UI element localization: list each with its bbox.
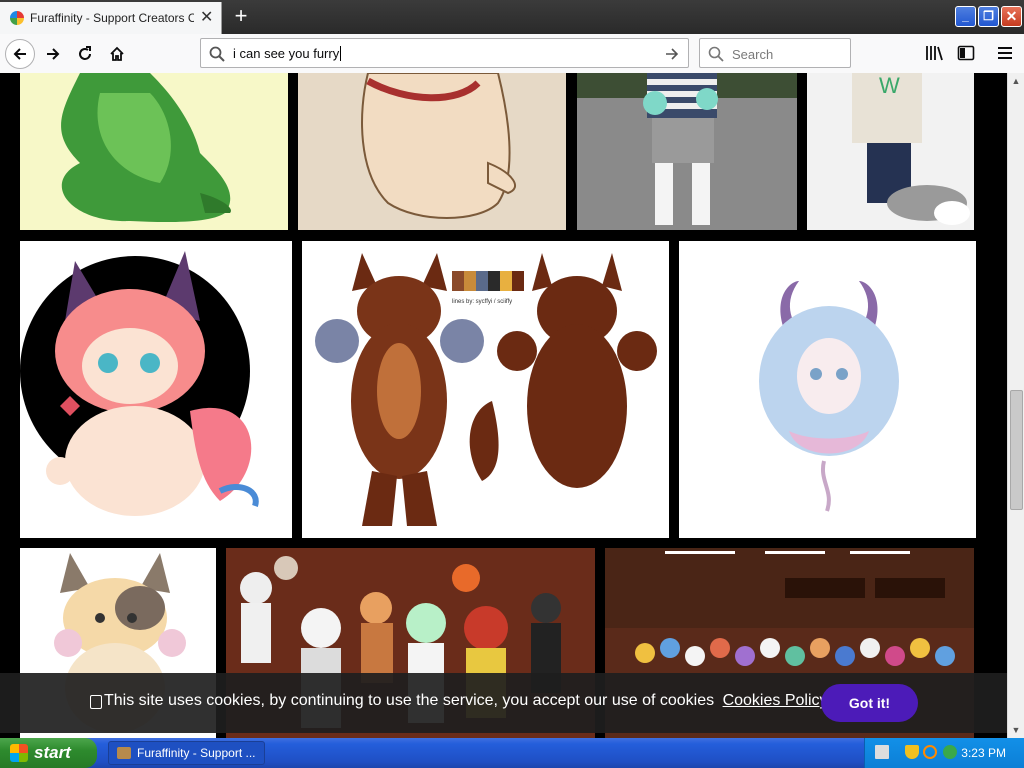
search-placeholder: Search [732, 47, 774, 62]
gallery-thumbnail-tan-creature[interactable] [298, 73, 566, 230]
address-bar[interactable]: i can see you furry [200, 38, 689, 68]
minimize-icon[interactable]: _ [955, 6, 976, 27]
forward-arrow-icon [47, 48, 60, 60]
back-button[interactable] [5, 39, 35, 69]
green-creature-art [61, 73, 231, 223]
start-label: start [34, 743, 71, 762]
sidebar-toggle-icon[interactable] [957, 44, 975, 62]
windows-logo-icon [10, 744, 28, 762]
gallery-thumbnail-wolf-ref-sheet[interactable]: Furaffinity.com/fursuits lines by: sycff… [302, 241, 669, 538]
cookie-message: This site uses cookies, by continuing to… [104, 692, 715, 709]
restore-icon[interactable]: ❐ [978, 6, 999, 27]
gallery-thumbnail-person-tail[interactable]: W [807, 73, 974, 230]
close-window-icon[interactable]: ✕ [1001, 6, 1022, 27]
home-icon [110, 46, 124, 61]
scrollbar-thumb[interactable] [1010, 390, 1023, 510]
cookie-icon [90, 695, 102, 709]
cookies-policy-link[interactable]: Cookies Policy [723, 692, 828, 709]
search-box[interactable]: Search [699, 38, 851, 68]
scroll-up-icon[interactable]: ▲ [1008, 73, 1024, 89]
menu-icon[interactable] [997, 44, 1013, 62]
vertical-scrollbar[interactable]: ▲ ▼ [1007, 73, 1024, 738]
navigation-toolbar: i can see you furry Search [0, 34, 1024, 74]
scroll-down-icon[interactable]: ▼ [1008, 722, 1024, 738]
go-arrow-icon[interactable] [664, 46, 680, 62]
taskbar-window-label: Furaffinity - Support ... [137, 746, 256, 760]
horned-girl-art [759, 281, 899, 512]
watermark-text: Furaffinity.com/fursuits [527, 519, 657, 534]
system-tray: 3:23 PM [864, 738, 1024, 768]
gallery-thumbnail-pink-cat[interactable] [20, 241, 292, 538]
search-tray-icon[interactable] [923, 745, 937, 759]
window-controls: _ ❐ ✕ [955, 6, 1022, 27]
library-icon[interactable] [925, 44, 943, 62]
fursuit-photo [577, 73, 797, 230]
taskbar-window-item[interactable]: Furaffinity - Support ... [108, 741, 265, 765]
site-favicon-icon [10, 11, 24, 25]
search-icon [209, 46, 225, 62]
clock: 3:23 PM [961, 746, 1006, 760]
tab-title: Furaffinity - Support Creators Con [30, 11, 194, 25]
start-button[interactable]: start [0, 738, 97, 768]
home-button[interactable] [102, 39, 132, 69]
gallery-content: W Furaffinity.com/fursuits lines by: syc… [0, 73, 1007, 738]
cookie-banner: This site uses cookies, by continuing to… [0, 673, 1007, 733]
gallery-thumbnail-green-creature[interactable] [20, 73, 288, 230]
tan-creature-art [361, 73, 516, 219]
reload-button[interactable] [70, 39, 100, 69]
tab-strip: Furaffinity - Support Creators Con ✕ + _… [0, 0, 1024, 34]
pink-cat-art [20, 251, 259, 516]
reload-icon [79, 46, 91, 60]
windows-taskbar: start Furaffinity - Support ... 3:23 PM [0, 738, 1024, 768]
svg-text:W: W [879, 73, 900, 98]
search-icon [708, 46, 724, 62]
keyboard-icon[interactable] [875, 745, 889, 759]
new-tab-icon[interactable]: + [228, 4, 254, 30]
network-icon[interactable] [943, 745, 957, 759]
wolf-ref-sheet-art: Furaffinity.com/fursuits lines by: sycff… [315, 253, 657, 534]
browser-tab[interactable]: Furaffinity - Support Creators Con ✕ [0, 2, 222, 34]
gallery-thumbnail-fursuit-legs[interactable] [577, 73, 797, 230]
person-tail-photo: W [852, 73, 970, 225]
tab-close-icon[interactable]: ✕ [200, 10, 213, 26]
browser-window-icon [117, 747, 131, 759]
back-arrow-icon [13, 48, 26, 60]
address-input-text[interactable]: i can see you furry [233, 46, 342, 61]
cookie-accept-button[interactable]: Got it! [821, 684, 918, 722]
palette-caption: lines by: sycffyi / sciiffy [452, 299, 512, 305]
gallery-thumbnail-horned-girl[interactable] [679, 241, 976, 538]
security-shield-icon[interactable] [905, 745, 919, 759]
forward-button[interactable] [38, 39, 68, 69]
